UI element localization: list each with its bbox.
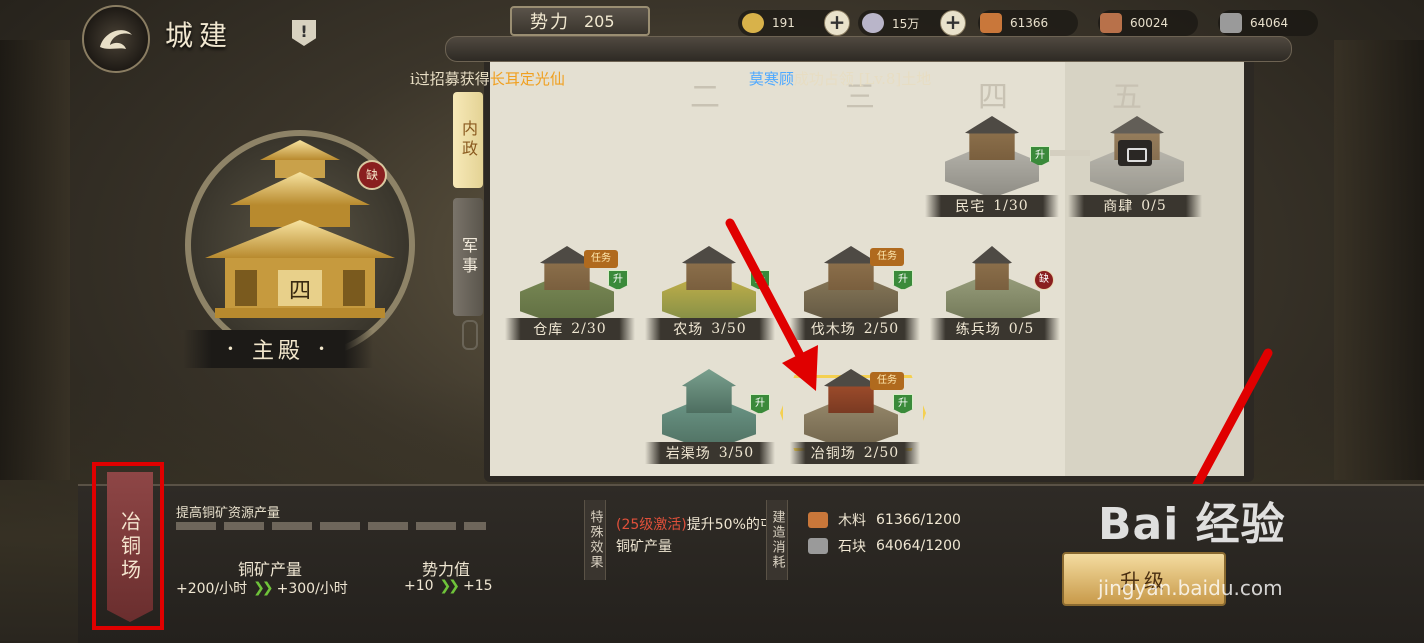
stat-to: +15: [463, 578, 493, 594]
baidu-watermark: Bai 经验 jingyan.baidu.com: [1098, 488, 1286, 600]
dragon-icon: [100, 30, 132, 49]
tab-military[interactable]: 军事: [453, 198, 483, 316]
wood-icon: [808, 512, 828, 528]
red-arrow-annotation: [725, 218, 818, 391]
stone-icon: [1220, 13, 1242, 33]
resource-silver-value: 15万: [892, 16, 920, 31]
stat-value-copper: +200/小时 ❯❯ +300/小时: [176, 578, 348, 598]
resource-silver: 15万 +: [858, 10, 966, 36]
watermark-brand: Bai 经验: [1098, 499, 1286, 550]
building-count: 0/5: [1141, 198, 1167, 214]
shortage-badge: 缺: [1034, 270, 1054, 290]
resource-copper: 60024: [1098, 10, 1198, 36]
watermark-url: jingyan.baidu.com: [1098, 576, 1283, 600]
main-hall-name: 主殿: [251, 339, 304, 364]
cost-label: 木料: [838, 513, 866, 529]
building-label-yanqu: 岩渠场 3/50: [645, 442, 775, 464]
building-label-minzhai: 民宅 1/30: [925, 195, 1059, 217]
building-name: 冶铜场: [810, 446, 856, 462]
resource-copper-value: 60024: [1130, 16, 1169, 30]
building-label-lianbingchang: 练兵场 0/5: [930, 318, 1060, 340]
stat-value-power: +10 ❯❯ +15: [404, 578, 493, 594]
cost-value: 61366/1200: [876, 512, 961, 528]
arrow-right-icon: ❯❯: [439, 578, 461, 594]
cost-wood: 木料 61366/1200: [808, 510, 961, 530]
task-badge: 任务: [584, 250, 618, 268]
description-divider: [176, 522, 486, 530]
building-count: 2/30: [571, 321, 607, 337]
back-logo-button[interactable]: [82, 5, 150, 73]
resource-gold: 191 +: [738, 10, 850, 36]
resource-wood-value: 61366: [1010, 16, 1049, 30]
add-silver-button[interactable]: +: [940, 10, 966, 36]
task-badge: 任务: [870, 372, 904, 390]
building-count: 2/50: [863, 321, 900, 337]
build-cost-tag: 建造消耗: [766, 500, 788, 580]
cost-label: 石块: [838, 539, 866, 555]
stat-label-copper: 铜矿产量: [238, 560, 303, 579]
stat-from: +200/小时: [176, 581, 248, 597]
building-name: 民宅: [955, 199, 986, 215]
stone-icon: [808, 538, 828, 554]
building-name: 仓库: [533, 322, 564, 338]
info-icon[interactable]: !: [292, 20, 316, 46]
resource-stone-value: 64064: [1250, 16, 1289, 30]
panel-top-rail: [445, 36, 1292, 62]
wood-icon: [980, 13, 1002, 33]
ticker-prefix: i过招募获得: [410, 70, 490, 88]
main-hall-level: 四: [289, 279, 311, 304]
red-highlight-box: [92, 462, 164, 630]
building-count: 2/50: [863, 445, 900, 461]
building-name: 农场: [673, 322, 704, 338]
main-hall-shortage-badge: 缺: [357, 160, 387, 190]
building-label-cangku: 仓库 2/30: [505, 318, 635, 340]
cost-stone: 石块 64064/1200: [808, 536, 961, 556]
lock-icon: [1118, 140, 1152, 166]
background-pillar-right: [1334, 40, 1424, 480]
building-name: 岩渠场: [665, 446, 711, 462]
building-label-shangsi: 商肆 0/5: [1068, 195, 1202, 217]
tab-knot-decoration: [462, 320, 478, 350]
resource-gold-value: 191: [772, 16, 795, 30]
task-badge: 任务: [870, 248, 904, 266]
tab-internal-affairs[interactable]: 内政: [453, 92, 483, 188]
resource-stone: 64064: [1218, 10, 1318, 36]
ticker-player-name: 莫寒顾: [748, 70, 794, 88]
building-name: 练兵场: [955, 322, 1001, 338]
resource-wood: 61366: [978, 10, 1078, 36]
building-description: 提高铜矿资源产量: [176, 506, 281, 521]
page-title: 城建: [165, 19, 234, 52]
building-name: 商肆: [1103, 199, 1134, 215]
copper-ore-icon: [1100, 13, 1122, 33]
power-value: 205: [584, 11, 615, 31]
cost-value: 64064/1200: [876, 538, 961, 554]
building-count: 1/30: [993, 198, 1029, 214]
silver-coin-icon: [862, 13, 884, 33]
main-hall-label: • 主殿 •: [183, 330, 373, 368]
stat-label-power: 势力值: [422, 560, 471, 579]
building-label-yetong: 冶铜场 2/50: [790, 442, 920, 464]
stat-from: +10: [404, 578, 434, 594]
broadcast-ticker: i过招募获得长耳定光仙 莫寒顾成功占领 [Lv.8]土地: [410, 68, 1110, 90]
building-count: 3/50: [718, 445, 755, 461]
gold-coin-icon: [742, 13, 764, 33]
arrow-right-icon: ❯❯: [253, 580, 274, 596]
stat-to: +300/小时: [276, 581, 348, 597]
special-effect-tag: 特殊效果: [584, 500, 606, 580]
ticker-suffix: 成功占领 [Lv.8]土地: [793, 70, 932, 88]
background-pillar-left: [0, 40, 70, 480]
ticker-hero-name: 长耳定光仙: [489, 70, 565, 88]
power-plaque: 势力 205: [510, 6, 650, 36]
power-label: 势力: [530, 12, 570, 33]
special-activation: (25级激活): [616, 517, 687, 533]
add-gold-button[interactable]: +: [824, 10, 850, 36]
building-count: 0/5: [1008, 321, 1035, 337]
